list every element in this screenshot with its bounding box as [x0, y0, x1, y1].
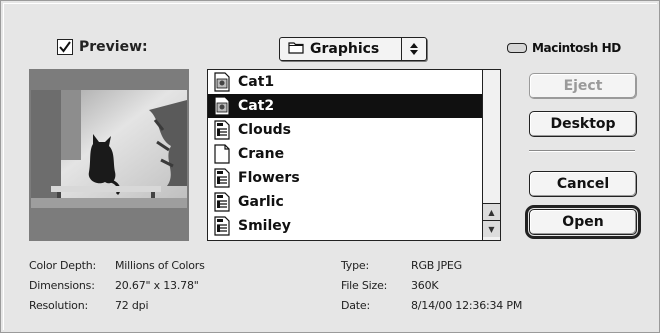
- file-size-row: File Size: 360K: [341, 279, 641, 297]
- graphic-document-icon: [212, 168, 232, 188]
- file-name: Crane: [238, 146, 285, 162]
- dimensions-label: Dimensions:: [29, 279, 95, 292]
- dimensions-value: 20.67" x 13.78": [115, 279, 199, 292]
- file-list-item[interactable]: Crane: [208, 142, 482, 166]
- updown-arrows-icon: [401, 38, 426, 60]
- file-list-item[interactable]: Clouds: [208, 118, 482, 142]
- open-button[interactable]: Open: [525, 205, 641, 239]
- date-row: Date: 8/14/00 12:36:34 PM: [341, 299, 641, 317]
- graphic-document-icon: [212, 120, 232, 140]
- eject-button[interactable]: Eject: [529, 73, 637, 99]
- preview-thumbnail: [29, 69, 189, 241]
- file-list-item[interactable]: Garlic: [208, 190, 482, 214]
- file-list-item[interactable]: Cat2: [208, 94, 482, 118]
- type-label: Type:: [341, 259, 369, 272]
- graphic-document-icon: [212, 216, 232, 236]
- blank-document-icon: [212, 144, 232, 164]
- image-file-icon: [212, 96, 232, 116]
- cat-photo-image: [31, 90, 187, 208]
- graphic-document-icon: [212, 192, 232, 212]
- color-depth-value: Millions of Colors: [115, 259, 205, 272]
- button-divider: [529, 150, 635, 152]
- resolution-row: Resolution: 72 dpi: [29, 299, 329, 317]
- color-depth-row: Color Depth: Millions of Colors: [29, 259, 329, 277]
- date-label: Date:: [341, 299, 370, 312]
- file-name: Clouds: [238, 122, 292, 138]
- cancel-button[interactable]: Cancel: [529, 171, 637, 197]
- scroll-down-arrow-icon[interactable]: ▼: [483, 220, 500, 237]
- vertical-scrollbar[interactable]: ▲ ▼: [482, 70, 500, 240]
- type-row: Type: RGB JPEG: [341, 259, 641, 277]
- file-list-item[interactable]: Smiley: [208, 214, 482, 238]
- preview-checkbox[interactable]: Preview:: [57, 39, 148, 55]
- resolution-value: 72 dpi: [115, 299, 149, 312]
- folder-icon: [288, 41, 304, 58]
- file-size-value: 360K: [411, 279, 439, 292]
- color-depth-label: Color Depth:: [29, 259, 97, 272]
- file-list-item[interactable]: Flowers: [208, 166, 482, 190]
- volume-name: Macintosh HD: [532, 41, 621, 55]
- checkbox-checked-icon[interactable]: [57, 39, 73, 55]
- hard-disk-icon: [507, 43, 527, 53]
- dimensions-row: Dimensions: 20.67" x 13.78": [29, 279, 329, 297]
- file-name: Garlic: [238, 194, 284, 210]
- open-file-dialog: Preview: Graphics Macintosh HD Cat1 Cat2…: [0, 0, 660, 333]
- file-name: Smiley: [238, 218, 291, 234]
- resolution-label: Resolution:: [29, 299, 88, 312]
- file-list[interactable]: Cat1 Cat2 Clouds Crane Flowers Garlic Smiley ▲…: [207, 69, 501, 241]
- location-folder-name: Graphics: [310, 41, 380, 57]
- file-name: Cat1: [238, 74, 275, 90]
- file-name: Cat2: [238, 98, 275, 114]
- date-value: 8/14/00 12:36:34 PM: [411, 299, 523, 312]
- preview-label: Preview:: [79, 39, 148, 55]
- image-file-icon: [212, 72, 232, 92]
- file-name: Flowers: [238, 170, 300, 186]
- location-popup-menu[interactable]: Graphics: [279, 37, 427, 61]
- file-list-item[interactable]: Cat1: [208, 70, 482, 94]
- file-list-rows: Cat1 Cat2 Clouds Crane Flowers Garlic Smiley: [208, 70, 482, 240]
- file-size-label: File Size:: [341, 279, 388, 292]
- volume-indicator: Macintosh HD: [507, 41, 621, 55]
- desktop-button[interactable]: Desktop: [529, 111, 637, 137]
- type-value: RGB JPEG: [411, 259, 462, 272]
- scroll-up-arrow-icon[interactable]: ▲: [483, 203, 500, 220]
